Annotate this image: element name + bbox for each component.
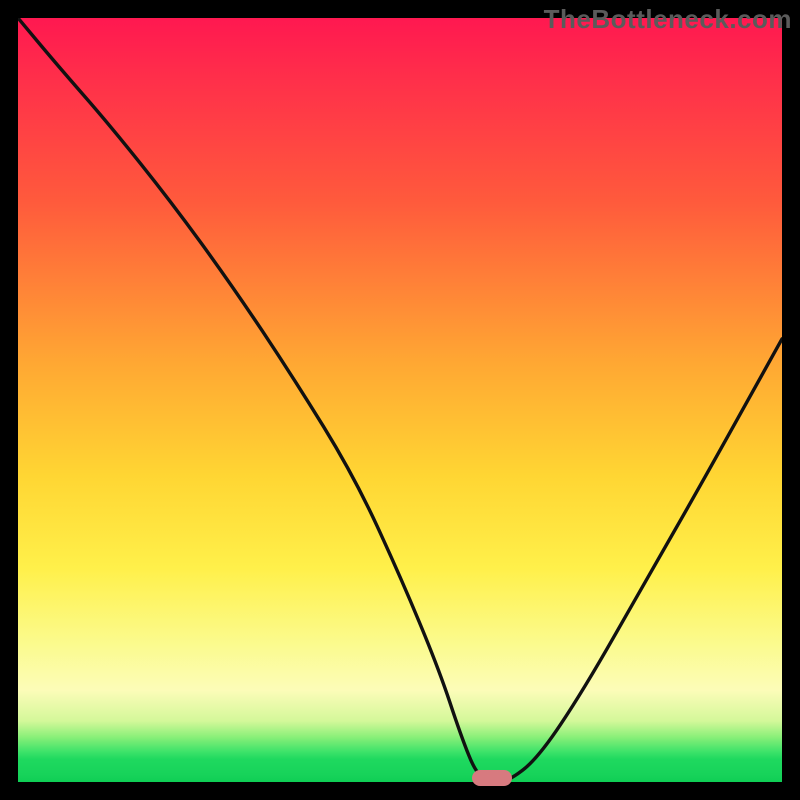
optimal-marker — [472, 770, 512, 786]
curve-layer — [18, 18, 782, 782]
plot-area — [18, 18, 782, 782]
chart-frame: TheBottleneck.com — [0, 0, 800, 800]
watermark-text: TheBottleneck.com — [544, 4, 792, 35]
bottleneck-curve — [18, 18, 782, 782]
